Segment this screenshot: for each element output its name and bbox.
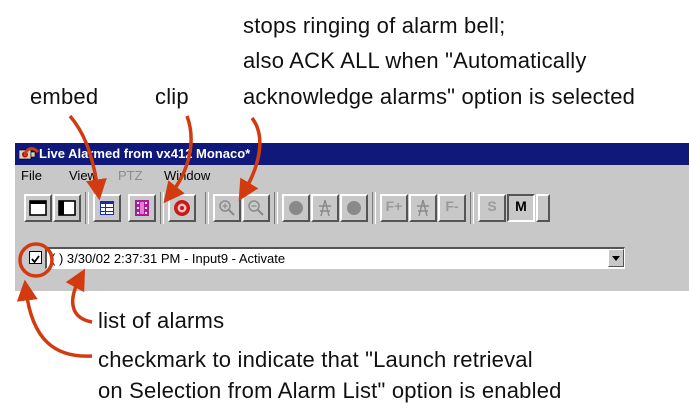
bell-arrow bbox=[238, 116, 262, 202]
title-icon-arrow bbox=[23, 147, 40, 157]
embed-arrow bbox=[68, 114, 107, 201]
clip-arrow bbox=[163, 115, 193, 204]
annotation-arrows bbox=[16, 114, 262, 358]
checkbox-highlight-circle bbox=[18, 242, 54, 278]
checkmark-arrow bbox=[16, 279, 93, 358]
alarm-list-arrow bbox=[65, 268, 93, 324]
